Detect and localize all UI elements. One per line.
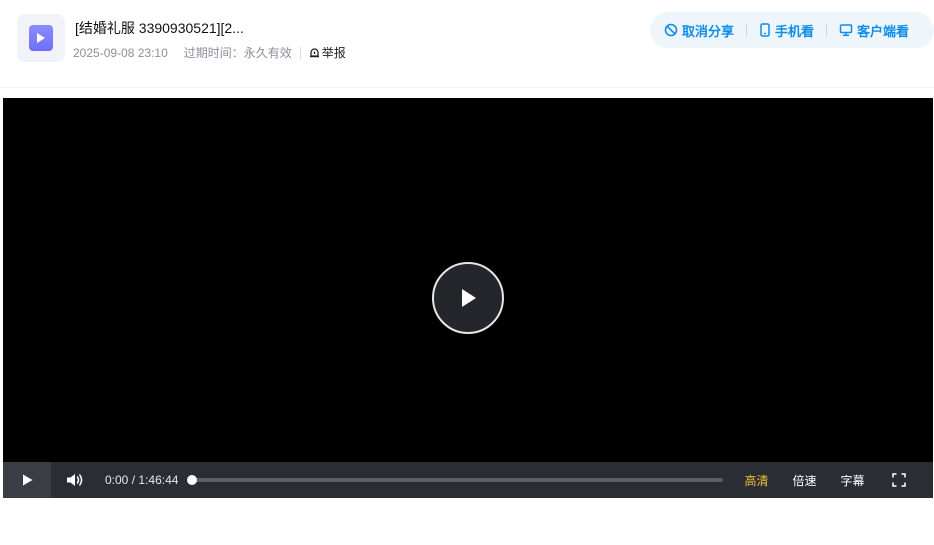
cancel-share-icon <box>664 23 678 37</box>
phone-view-button[interactable]: 手机看 <box>759 21 814 40</box>
play-icon <box>462 289 476 307</box>
file-header: [结婚礼服 3390930521][2... 2025-09-08 23:10 … <box>0 0 934 88</box>
report-label: 举报 <box>321 46 346 60</box>
report-button[interactable]: 举报 <box>309 44 346 61</box>
file-meta: 2025-09-08 23:10 过期时间：永久有效 举报 <box>73 44 346 61</box>
duration: 1:46:44 <box>138 473 179 487</box>
fullscreen-button[interactable] <box>891 472 907 488</box>
video-player[interactable]: 0:00 / 1:46:44 高清 倍速 字幕 <box>3 98 933 498</box>
play-icon <box>23 474 33 486</box>
divider <box>299 46 301 59</box>
player-controls: 0:00 / 1:46:44 高清 倍速 字幕 <box>3 462 933 498</box>
fullscreen-icon <box>892 473 907 487</box>
report-icon <box>309 48 319 58</box>
volume-icon <box>67 474 83 486</box>
file-date: 2025-09-08 23:10 <box>73 45 168 60</box>
file-title: [结婚礼服 3390930521][2... <box>75 20 244 36</box>
time-display: 0:00 / 1:46:44 <box>105 473 178 487</box>
share-actions: 取消分享 手机看 客户端看 <box>650 12 934 48</box>
divider <box>746 24 748 36</box>
divider <box>826 24 828 36</box>
cancel-share-button[interactable]: 取消分享 <box>664 21 734 40</box>
volume-button[interactable] <box>51 462 99 498</box>
progress-bar[interactable] <box>187 475 724 485</box>
subtitle-button[interactable]: 字幕 <box>840 472 864 489</box>
big-play-button[interactable] <box>432 262 504 334</box>
progress-handle[interactable] <box>187 475 198 485</box>
client-view-label: 客户端看 <box>857 23 910 39</box>
time-separator: / <box>131 473 136 487</box>
client-view-button[interactable]: 客户端看 <box>839 21 909 40</box>
phone-icon <box>760 23 770 37</box>
play-button[interactable] <box>3 462 51 498</box>
expire-text: 过期时间：永久有效 <box>183 46 292 60</box>
video-file-icon <box>17 14 65 62</box>
current-time: 0:00 <box>105 473 129 487</box>
quality-button[interactable]: 高清 <box>744 472 768 489</box>
speed-button[interactable]: 倍速 <box>792 472 816 489</box>
monitor-icon <box>839 24 853 37</box>
phone-view-label: 手机看 <box>775 23 815 39</box>
cancel-share-label: 取消分享 <box>682 23 735 39</box>
